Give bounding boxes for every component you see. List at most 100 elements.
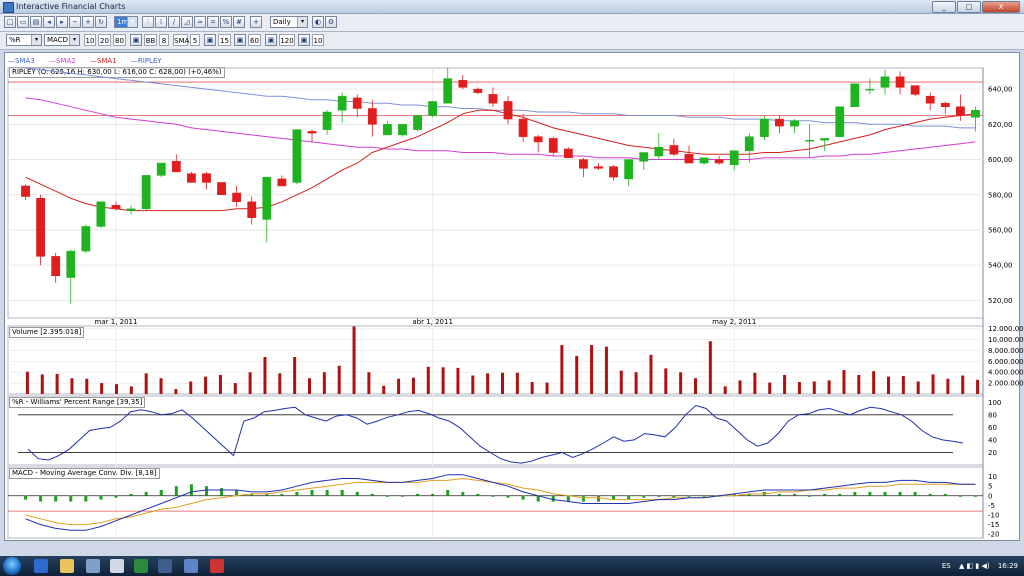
language-indicator[interactable]: ES [942, 562, 951, 570]
macd-panel-label: MACD - Moving Average Conv. Div. [8,18] [9, 468, 160, 479]
volume-bar [411, 377, 415, 394]
macd-histogram-bar [24, 495, 28, 500]
volume-bar [397, 378, 401, 394]
volume-bar [797, 382, 801, 394]
panel-frame [7, 67, 984, 319]
volume-bar [872, 371, 876, 394]
wpr-line [27, 404, 964, 464]
volume-bar [545, 382, 549, 394]
volume-bar [441, 367, 445, 394]
candle-body [262, 176, 272, 220]
price-tick-label: 600,00 [988, 156, 1013, 164]
volume-bar [931, 374, 935, 394]
volume-bar [634, 372, 638, 394]
volume-bar [382, 385, 386, 394]
media-icon[interactable] [86, 559, 100, 573]
candle-body [171, 161, 181, 173]
macd-histogram-bar [928, 493, 932, 496]
candle-body [383, 124, 392, 136]
volume-bar [233, 383, 237, 394]
wpr-tick-label: 60 [988, 424, 997, 432]
folder-icon[interactable] [60, 559, 74, 573]
app-icon[interactable] [110, 559, 124, 573]
panel-frame [7, 395, 984, 466]
macd-histogram-bar [838, 493, 842, 496]
price-tick-label: 580,00 [988, 191, 1013, 199]
candle-body [639, 152, 649, 162]
candle-body [458, 80, 468, 88]
volume-bar [70, 378, 74, 394]
volume-bar [590, 345, 594, 394]
volume-bar [708, 341, 712, 394]
candle-body [66, 250, 76, 278]
candle-body [413, 115, 422, 130]
browser-icon[interactable] [34, 559, 48, 573]
volume-bar [887, 376, 890, 394]
volume-bar [129, 386, 133, 394]
macd-histogram-bar [581, 495, 585, 502]
macd-histogram-bar [566, 495, 570, 502]
macd-histogram-bar [280, 493, 284, 496]
macd-histogram-bar [431, 493, 435, 496]
macd-tick-label: -10 [988, 511, 999, 519]
volume-tick-label: 2.000.000 [988, 380, 1024, 388]
candle-body [910, 85, 920, 95]
candle-body [473, 88, 483, 93]
macd-histogram-bar [370, 493, 374, 496]
candle-body [775, 118, 784, 127]
volume-tick-label: 6.000.000 [988, 358, 1024, 366]
volume-bar [976, 379, 980, 394]
candle-body [518, 118, 528, 137]
candle-body [398, 124, 407, 136]
macd-histogram-bar [642, 495, 646, 498]
volume-bar [738, 380, 742, 394]
sma2-line [25, 97, 976, 160]
volume-bar [367, 372, 371, 394]
macd-histogram-bar [913, 491, 917, 496]
excel-icon[interactable] [134, 559, 148, 573]
start-button[interactable] [3, 557, 21, 575]
macd-tick-label: 10 [988, 473, 997, 481]
macd-histogram-bar [114, 495, 118, 498]
macd-tick-label: -15 [988, 521, 999, 529]
macd-histogram-bar [868, 491, 872, 496]
candle-body [96, 201, 106, 227]
candle-body [955, 106, 965, 116]
candle-body [669, 145, 679, 155]
candle-body [609, 166, 618, 178]
macd-tick-label: 0 [988, 492, 992, 500]
clock[interactable]: 16:29 [998, 562, 1018, 570]
macd-histogram-bar [521, 495, 525, 500]
app-icon[interactable] [158, 559, 172, 573]
macd-histogram-bar [159, 490, 163, 496]
macd-histogram-bar [220, 488, 224, 496]
candle-body [322, 111, 332, 130]
macd-histogram-bar [491, 495, 495, 497]
macd-histogram-bar [295, 491, 299, 496]
candle-body [232, 192, 242, 203]
macd-histogram-bar [416, 493, 420, 496]
volume-bar [100, 383, 104, 394]
app-icon[interactable] [184, 559, 198, 573]
volume-bar [85, 378, 89, 394]
volume-bar [426, 366, 430, 394]
candle-body [533, 136, 543, 143]
chart-svg: 520,00 540,00 560,00 580,00 600,00 620,00 640,… [7, 67, 1024, 539]
volume-panel-label: Volume [2.395.018] [9, 327, 85, 338]
pdf-icon[interactable] [210, 559, 224, 573]
macd-histogram-bar [189, 484, 193, 496]
tray-icons[interactable]: ▲ ◧ ▮ ◀) [959, 562, 990, 570]
candle-body [277, 178, 287, 187]
wpr-tick-label: 20 [988, 449, 997, 457]
candle-body [714, 159, 724, 164]
macd-histogram-bar [385, 495, 389, 497]
macd-histogram-bar [551, 495, 555, 502]
volume-bar [308, 378, 311, 394]
candle-body [654, 146, 664, 157]
macd-histogram-bar [99, 495, 103, 500]
volume-tick-label: 10.000.000 [988, 336, 1024, 344]
macd-histogram-bar [340, 490, 344, 496]
wpr-tick-label: 80 [988, 411, 997, 419]
candle-body [217, 182, 226, 196]
candle-body [744, 136, 754, 151]
